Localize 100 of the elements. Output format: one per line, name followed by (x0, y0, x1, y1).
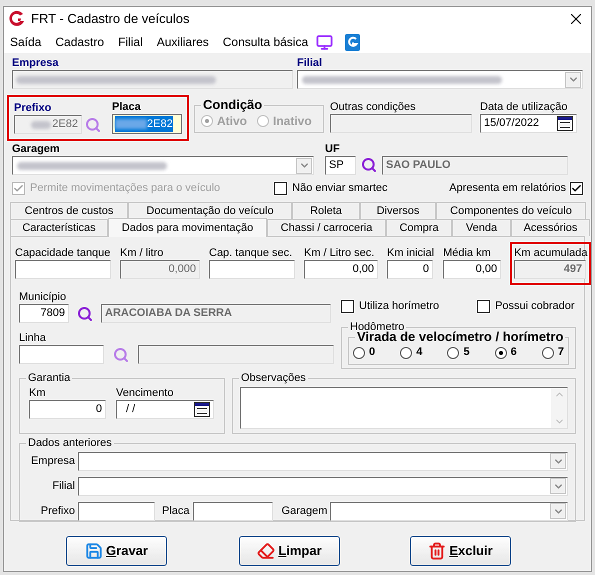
caret-icon (565, 72, 581, 88)
input-field[interactable] (209, 260, 295, 279)
checkbox[interactable] (274, 182, 288, 194)
input-field[interactable]: 0,00 (443, 260, 502, 279)
app-logo-icon (8, 10, 26, 28)
dropdown-field[interactable] (78, 476, 568, 496)
checkbox-label: Permite movimentações para o veículo (30, 180, 220, 196)
input-field[interactable] (12, 70, 293, 89)
tab[interactable]: Componentes do veículo (436, 202, 586, 219)
input-field[interactable]: 0 (29, 400, 106, 418)
checkbox[interactable] (341, 300, 354, 313)
radio-label: 4 (416, 345, 422, 360)
input-field[interactable] (138, 345, 334, 364)
tab[interactable]: Compra (386, 219, 452, 236)
field-label: Linha (19, 331, 47, 345)
window-title: FRT - Cadastro de veículos (31, 10, 190, 28)
input-field[interactable]: 2E82 (112, 114, 182, 134)
checkbox-label: Possui cobrador (495, 299, 575, 314)
dropdown-field[interactable] (78, 452, 568, 470)
field-label: Garagem (282, 504, 328, 518)
search-icon[interactable] (76, 304, 94, 322)
field-label: Empresa (30, 454, 75, 468)
menu-item[interactable]: Cadastro (55, 33, 104, 51)
text-area[interactable] (240, 386, 568, 428)
field-label: Município (19, 290, 68, 304)
input-field[interactable] (19, 345, 104, 364)
input-field[interactable]: 0 (387, 260, 433, 279)
input-field[interactable]: 15/07/2022 (480, 114, 577, 133)
field-label: Km (29, 386, 46, 400)
tab[interactable]: Chassi / carroceria (267, 219, 386, 236)
radio-label: 0 (369, 345, 376, 360)
radio-button[interactable] (447, 346, 460, 358)
input-field[interactable] (192, 502, 273, 520)
group-title: Dados anteriores (26, 436, 114, 450)
radio-label: 7 (558, 345, 564, 360)
radio-button[interactable] (400, 346, 412, 358)
search-icon[interactable] (112, 346, 130, 364)
field-label: Cap. tanque sec. (209, 246, 294, 260)
tab[interactable]: Roleta (292, 202, 360, 219)
radio-label: Inativo (273, 112, 312, 130)
caret-icon (550, 453, 566, 469)
tab[interactable]: Venda (452, 219, 511, 236)
field-label: Data de utilização (480, 100, 568, 114)
checkbox[interactable] (477, 300, 490, 313)
tab[interactable]: Acessórios (511, 219, 590, 236)
search-icon[interactable] (84, 116, 102, 134)
caret-icon (296, 158, 312, 174)
eraser-icon (257, 542, 276, 560)
field-label: Filial (51, 479, 75, 493)
monitor-icon[interactable] (316, 34, 334, 50)
checkbox-label: Apresenta em relatórios (449, 180, 566, 196)
app-badge-icon[interactable] (345, 34, 360, 50)
radio-label: 6 (510, 345, 517, 360)
tab[interactable]: Dados para movimentação (108, 218, 267, 237)
menu-item[interactable]: Consulta básica (222, 33, 308, 51)
input-field[interactable]: 7809 (19, 304, 69, 323)
clear-button[interactable]: Limpar (239, 536, 340, 566)
input-field[interactable]: SAO PAULO (382, 156, 568, 175)
save-button[interactable]: Gravar (66, 536, 167, 566)
delete-button[interactable]: Excluir (410, 536, 511, 566)
radio-button[interactable] (494, 346, 507, 358)
input-field[interactable] (78, 502, 155, 520)
field-label: Prefixo (14, 101, 52, 115)
field-label: Km inicial (387, 246, 434, 260)
tab[interactable]: Centros de custos (10, 202, 128, 219)
tab[interactable]: Documentação do veículo (128, 202, 292, 219)
field-label: UF (325, 142, 341, 156)
input-field[interactable]: ARACOIABA DA SERRA (101, 304, 331, 323)
radio-label: Ativo (217, 112, 247, 130)
radio-button[interactable] (353, 346, 365, 358)
field-label: Prefixo (40, 504, 75, 518)
input-field[interactable]: SP (325, 156, 356, 175)
group-title: Observações (239, 370, 308, 384)
trash-icon (428, 542, 446, 560)
group-title: Garantia (26, 370, 72, 384)
field-label: Placa (112, 100, 142, 114)
search-icon[interactable] (360, 156, 378, 174)
calendar-icon[interactable] (194, 402, 210, 416)
group-title: Condição (201, 98, 264, 112)
field-label: Placa (162, 504, 190, 518)
input-field[interactable]: 0,00 (304, 260, 378, 279)
tab[interactable]: Diversos (360, 202, 436, 219)
input-field[interactable] (15, 260, 111, 279)
field-label: Média km (443, 246, 492, 260)
tab[interactable]: Características (10, 219, 108, 236)
menu-item[interactable]: Filial (118, 33, 143, 51)
input-field[interactable]: / / (116, 400, 214, 418)
field-label: Filial (297, 56, 324, 70)
radio-button[interactable] (542, 346, 554, 358)
field-label: Vencimento (116, 386, 174, 400)
group-title: Virada de velocímetro / horímetro (355, 330, 566, 344)
dropdown-field[interactable] (12, 156, 314, 175)
dropdown-field[interactable] (297, 70, 583, 89)
calendar-icon[interactable] (557, 116, 573, 131)
field-label: Empresa (12, 56, 60, 70)
dropdown-field[interactable] (330, 502, 568, 520)
menu-item[interactable]: Auxiliares (156, 33, 209, 51)
menu-item[interactable]: Saída (10, 33, 42, 51)
input-field[interactable]: 2E82 (14, 115, 82, 134)
checkbox[interactable] (570, 182, 583, 194)
